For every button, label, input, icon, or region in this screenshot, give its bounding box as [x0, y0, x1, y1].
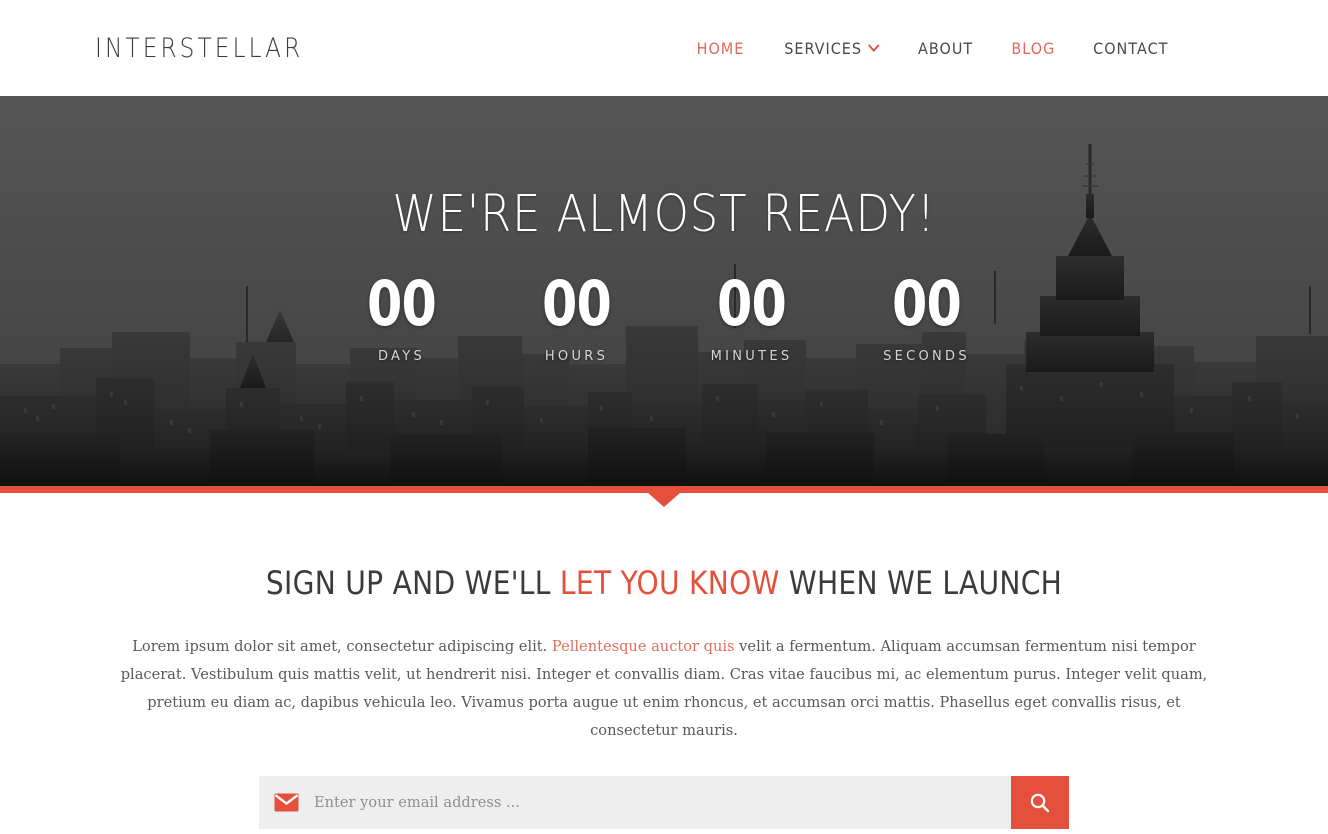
nav-label-blog: BLOG: [1011, 38, 1055, 58]
nav-label-contact: CONTACT: [1093, 38, 1169, 58]
countdown-unit-minutes: 00 MINUTES: [664, 267, 839, 365]
countdown-value-days: 00: [366, 267, 437, 340]
nav-label-about: ABOUT: [918, 38, 974, 58]
hero-title: WE'RE ALMOST READY!: [392, 185, 936, 244]
countdown-label-seconds: SECONDS: [883, 349, 970, 364]
countdown-label-minutes: MINUTES: [710, 349, 793, 364]
signup-paragraph: Lorem ipsum dolor sit amet, consectetur …: [109, 633, 1219, 745]
main-navigation: HOME SERVICES ABOUT BLOG CONTACT: [678, 39, 1189, 58]
hero-content: WE'RE ALMOST READY! 00 DAYS 00 HOURS 00 …: [0, 96, 1328, 486]
signup-title-part1: SIGN UP AND WE'LL: [265, 564, 560, 602]
countdown-unit-seconds: 00 SECONDS: [839, 267, 1014, 365]
hero-section: WE'RE ALMOST READY! 00 DAYS 00 HOURS 00 …: [0, 96, 1328, 486]
nav-item-home[interactable]: HOME: [682, 39, 758, 58]
paragraph-part1: Lorem ipsum dolor sit amet, consectetur …: [132, 638, 552, 655]
scroll-down-arrow-icon: [648, 493, 680, 507]
nav-item-contact[interactable]: CONTACT: [1079, 39, 1183, 58]
nav-item-blog[interactable]: BLOG: [997, 39, 1070, 58]
envelope-icon: [274, 793, 299, 812]
signup-section: SIGN UP AND WE'LL LET YOU KNOW WHEN WE L…: [0, 493, 1328, 829]
paragraph-link[interactable]: Pellentesque auctor quis: [552, 638, 735, 655]
countdown-value-seconds: 00: [891, 267, 962, 340]
email-field-wrapper: [259, 776, 1011, 829]
nav-item-services[interactable]: SERVICES: [770, 39, 893, 58]
signup-title-part2: WHEN WE LAUNCH: [779, 564, 1063, 602]
nav-label-home: HOME: [696, 38, 745, 58]
countdown-value-hours: 00: [541, 267, 612, 340]
site-header: INTERSTELLAR HOME SERVICES ABOUT BLOG CO…: [0, 0, 1328, 96]
nav-label-services: SERVICES: [784, 38, 863, 58]
signup-title-accent: LET YOU KNOW: [559, 564, 780, 602]
section-divider: [0, 486, 1328, 507]
chevron-down-icon: [868, 38, 880, 52]
countdown-label-days: DAYS: [377, 349, 426, 364]
countdown-unit-hours: 00 HOURS: [489, 267, 664, 365]
brand-logo[interactable]: INTERSTELLAR: [95, 33, 303, 64]
email-signup-form: [259, 776, 1069, 829]
countdown-timer: 00 DAYS 00 HOURS 00 MINUTES 00 SECONDS: [0, 267, 1328, 365]
nav-item-about[interactable]: ABOUT: [904, 39, 988, 58]
email-input[interactable]: [299, 794, 1011, 811]
countdown-unit-days: 00 DAYS: [314, 267, 489, 365]
search-icon: [1030, 793, 1050, 812]
countdown-value-minutes: 00: [716, 267, 787, 340]
submit-button[interactable]: [1011, 776, 1069, 829]
signup-title: SIGN UP AND WE'LL LET YOU KNOW WHEN WE L…: [80, 564, 1249, 602]
countdown-label-hours: HOURS: [544, 349, 609, 364]
